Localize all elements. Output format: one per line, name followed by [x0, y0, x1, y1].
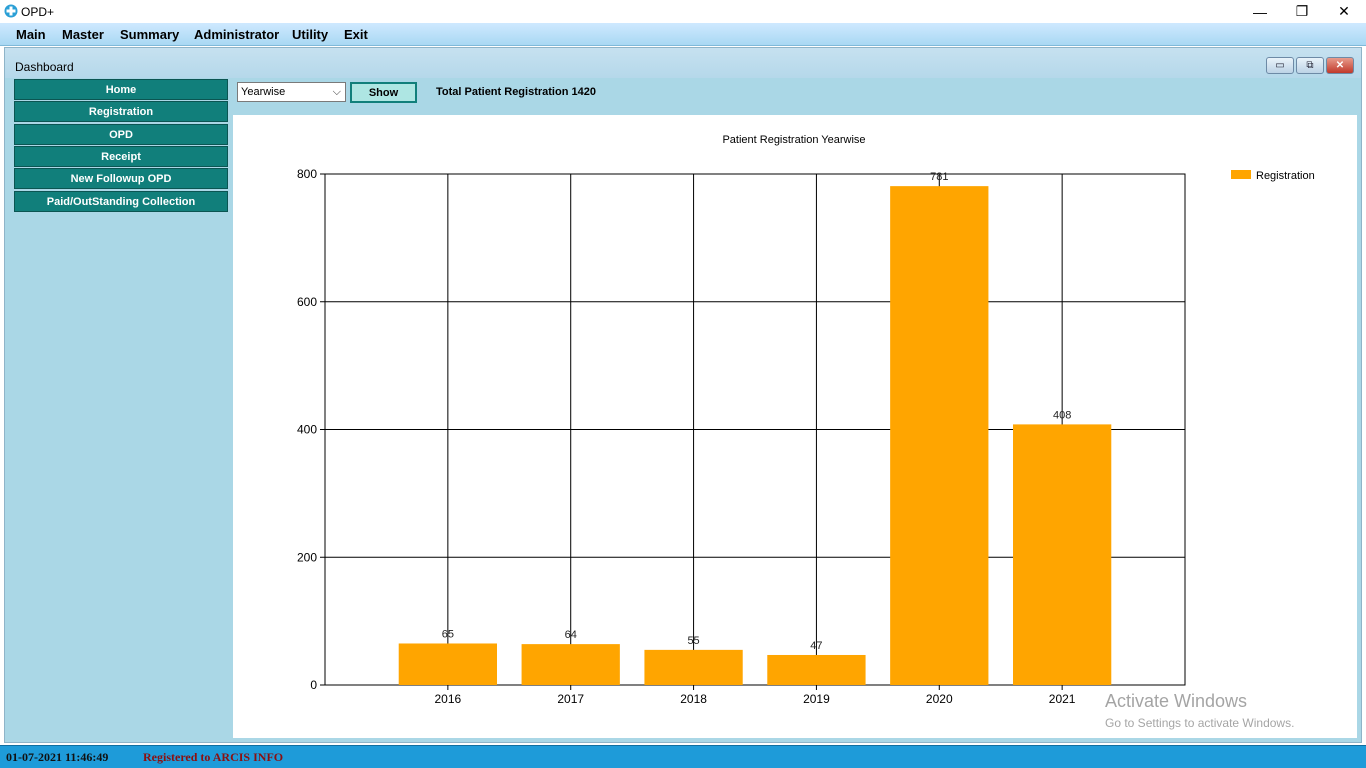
menu-master[interactable]: Master — [62, 27, 104, 42]
registration-bar-chart: Patient Registration Yearwise 0 200 400 600… — [297, 134, 1315, 706]
minimize-button[interactable]: — — [1238, 0, 1282, 23]
y-tick-label: 400 — [297, 423, 317, 437]
chart-panel: Patient Registration Yearwise 0 200 400 600… — [233, 115, 1357, 738]
x-tick-label: 2021 — [1049, 692, 1076, 706]
menu-main[interactable]: Main — [16, 27, 46, 42]
data-label: 408 — [1053, 409, 1071, 421]
x-tick-label: 2017 — [557, 692, 584, 706]
dashboard-titlebar: Dashboard ▭ ⧉ ✕ — [5, 48, 1361, 78]
nav-paid-outstanding-collection-button[interactable]: Paid/OutStanding Collection — [14, 191, 228, 212]
dashboard-minimize-button[interactable]: ▭ — [1266, 57, 1294, 74]
x-tick-label: 2019 — [803, 692, 830, 706]
bar-2020 — [890, 186, 989, 685]
data-label: 55 — [687, 635, 699, 647]
y-tick-label: 200 — [297, 550, 317, 564]
data-label: 65 — [442, 628, 454, 640]
bar-2018 — [644, 649, 743, 685]
menu-summary[interactable]: Summary — [120, 27, 179, 42]
y-tick-label: 0 — [310, 678, 317, 692]
bar-2021 — [1013, 424, 1112, 685]
chart-title: Patient Registration Yearwise — [722, 134, 865, 146]
total-registration-label: Total Patient Registration 1420 — [436, 86, 596, 98]
app-title: OPD+ — [21, 5, 55, 19]
nav-opd-button[interactable]: OPD — [14, 124, 228, 145]
menu-exit[interactable]: Exit — [344, 27, 368, 42]
dashboard-restore-button[interactable]: ⧉ — [1296, 57, 1324, 74]
data-label: 47 — [810, 640, 822, 652]
chevron-down-icon: ⌵ — [332, 86, 341, 98]
x-tick-label: 2016 — [435, 692, 462, 706]
bar-2017 — [521, 644, 620, 685]
nav-new-followup-opd-button[interactable]: New Followup OPD — [14, 168, 228, 189]
menu-bar: Main Master Summary Administrator Utilit… — [0, 23, 1366, 46]
status-registered: Registered to ARCIS INFO — [143, 750, 284, 764]
period-select-value: Yearwise — [241, 86, 286, 98]
nav-receipt-button[interactable]: Receipt — [14, 146, 228, 167]
nav-registration-button[interactable]: Registration — [14, 101, 228, 122]
activate-windows-heading: Activate Windows — [1105, 691, 1248, 711]
app-icon — [4, 4, 18, 18]
maximize-button[interactable]: ❐ — [1280, 0, 1324, 23]
bar-2019 — [767, 654, 866, 685]
dashboard-close-button[interactable]: ✕ — [1326, 57, 1354, 74]
menu-utility[interactable]: Utility — [292, 27, 328, 42]
dashboard-title: Dashboard — [15, 60, 74, 74]
status-bar: 01-07-2021 11:46:49 Registered to ARCIS … — [0, 745, 1366, 768]
legend-label: Registration — [1256, 170, 1315, 182]
data-label: 64 — [565, 629, 577, 641]
x-tick-label: 2018 — [680, 692, 707, 706]
show-button[interactable]: Show — [350, 82, 417, 103]
activate-windows-subtext: Go to Settings to activate Windows. — [1105, 716, 1295, 730]
nav-home-button[interactable]: Home — [14, 79, 228, 100]
y-tick-label: 600 — [297, 295, 317, 309]
status-datetime: 01-07-2021 11:46:49 — [6, 750, 109, 764]
y-tick-label: 800 — [297, 167, 317, 181]
data-label: 781 — [930, 171, 948, 183]
period-select[interactable]: Yearwise ⌵ — [237, 82, 346, 102]
title-bar: OPD+ — ❐ ✕ — [0, 0, 1366, 23]
dashboard-window: Dashboard ▭ ⧉ ✕ Home Registration OPD Re… — [4, 47, 1362, 743]
legend-swatch — [1231, 170, 1251, 179]
menu-administrator[interactable]: Administrator — [194, 27, 279, 42]
close-button[interactable]: ✕ — [1322, 0, 1366, 23]
bar-2016 — [398, 643, 497, 685]
x-tick-label: 2020 — [926, 692, 953, 706]
